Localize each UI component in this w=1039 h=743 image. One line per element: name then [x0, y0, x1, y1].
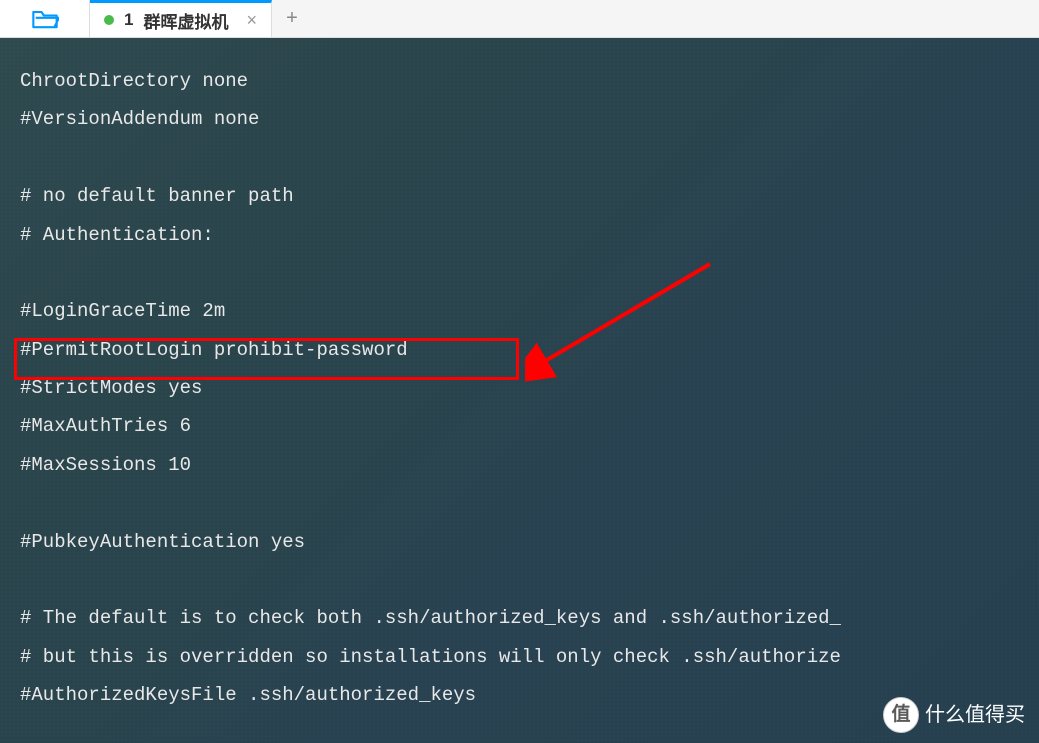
code-line: #AuthorizedKeysFile .ssh/authorized_keys [20, 676, 1019, 714]
tab-close-button[interactable]: × [246, 10, 257, 31]
code-line: ChrootDirectory none [20, 62, 1019, 100]
tab-number: 1 [124, 10, 133, 30]
code-line: # The default is to check both .ssh/auth… [20, 599, 1019, 637]
code-line: #MaxSessions 10 [20, 446, 1019, 484]
code-line: #LoginGraceTime 2m [20, 292, 1019, 330]
code-line: # but this is overridden so installation… [20, 638, 1019, 676]
watermark: 值 什么值得买 [883, 695, 1025, 735]
new-tab-button[interactable]: + [272, 0, 312, 37]
tab-bar: 1 群晖虚拟机 × + [0, 0, 1039, 38]
watermark-badge-icon: 值 [883, 697, 919, 733]
folder-icon [31, 7, 59, 31]
editor-area[interactable]: ChrootDirectory none #VersionAddendum no… [0, 38, 1039, 743]
watermark-text: 什么值得买 [925, 695, 1025, 735]
code-line: #VersionAddendum none [20, 100, 1019, 138]
code-line: #PubkeyAuthentication yes [20, 523, 1019, 561]
code-line: #MaxAuthTries 6 [20, 407, 1019, 445]
code-line: #PermitRootLogin prohibit-password [20, 331, 1019, 369]
code-line [20, 254, 1019, 292]
open-folder-button[interactable] [0, 0, 90, 37]
code-line: # Authentication: [20, 216, 1019, 254]
code-line [20, 484, 1019, 522]
tab-title: 群晖虚拟机 [143, 8, 228, 33]
active-tab[interactable]: 1 群晖虚拟机 × [90, 0, 272, 37]
code-line [20, 561, 1019, 599]
code-line: # no default banner path [20, 177, 1019, 215]
code-line: #StrictModes yes [20, 369, 1019, 407]
status-dot-icon [104, 15, 114, 25]
code-line [20, 139, 1019, 177]
